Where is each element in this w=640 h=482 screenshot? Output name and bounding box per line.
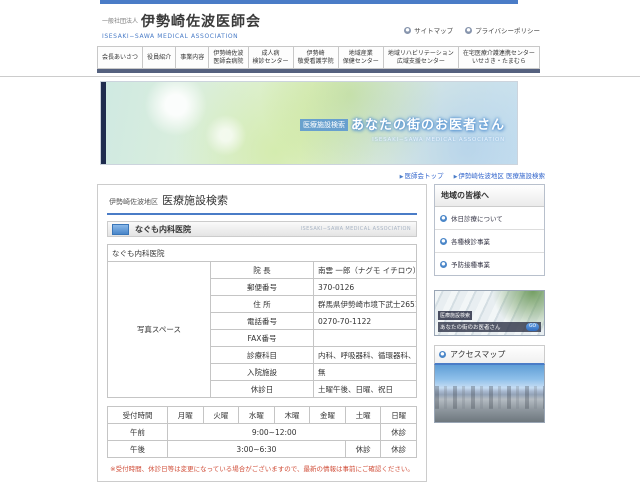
table-row: 受付時間 月曜 火曜 水曜 木曜 金曜 土曜 日曜 <box>107 406 417 424</box>
main-column: 伊勢崎佐波地区 医療施設検索 なぐも内科医院 ISESAKI−SAWA MEDIC… <box>97 184 427 482</box>
hero-banner: 医療施設検索 あなたの街のお医者さん ISESAKI−SAWA MEDICAL A… <box>100 81 518 165</box>
breadcrumb-current-link[interactable]: ▶伊勢崎佐波地区 医療施設検索 <box>454 172 545 180</box>
banner-title-row: あなたの街のお医者さん GO <box>438 322 541 332</box>
section-watermark: ISESAKI−SAWA MEDICAL ASSOCIATION <box>300 226 411 232</box>
banner-title: あなたの街のお医者さん <box>440 325 501 331</box>
sidebar-item-holiday-care[interactable]: ● 休日診療について <box>435 207 544 230</box>
breadcrumb-home-link[interactable]: ▶医師会トップ <box>400 172 446 180</box>
page-title-text: 医療施設検索 <box>162 194 228 207</box>
blue-square-icon <box>112 223 129 235</box>
nav-item-home-care[interactable]: 在宅医療介護連携センター いせさき・たまむら <box>458 46 540 69</box>
nav-item-screening-center[interactable]: 成人病 検診センター <box>248 46 294 69</box>
nav-item-hospital[interactable]: 伊勢崎佐波 医師会病院 <box>209 46 249 69</box>
arrow-circle-icon: ● <box>440 260 447 268</box>
bullet-circle-icon: ● <box>404 26 412 34</box>
nav-underbar <box>97 69 540 73</box>
arrow-circle-icon: ● <box>439 351 446 358</box>
postal-code-value: 370-0126 <box>313 278 417 296</box>
hours-change-notice: ※受付時間、休診日等は変更になっている場合がございますので、最新の情報は事前にご… <box>110 465 414 473</box>
departments-value: 内科、呼吸器科、循環器科、胃腸科、麻酔科 <box>313 346 417 364</box>
sidebar-item-vaccinations[interactable]: ● 予防接種事業 <box>435 253 544 275</box>
table-row: なぐも内科医院 <box>107 244 417 262</box>
nav-item-officers[interactable]: 役員紹介 <box>143 46 177 69</box>
site-header: 一般社団法人 伊勢崎佐波医師会 ISESAKI−SAWA MEDICAL ASSO… <box>90 4 550 44</box>
address-value: 群馬県伊勢崎市境下武士2651 <box>313 295 417 313</box>
sidebar-item-screenings[interactable]: ● 各種検診事業 <box>435 230 544 253</box>
bullet-circle-icon: ● <box>465 26 473 34</box>
main-navigation: 会長あいさつ 役員紹介 事業内容 伊勢崎佐波 医師会病院 成人病 検診センター 伊勢… <box>97 46 540 69</box>
page-title: 伊勢崎佐波地区 医療施設検索 <box>107 189 417 215</box>
access-map-header[interactable]: ● アクセスマップ <box>434 345 545 365</box>
arrow-marker-icon: ▶ <box>453 174 458 180</box>
page-container: 一般社団法人 伊勢崎佐波医師会 ISESAKI−SAWA MEDICAL ASSO… <box>90 0 550 482</box>
hero-subtitle: ISESAKI−SAWA MEDICAL ASSOCIATION <box>372 137 505 143</box>
access-map-box: ● アクセスマップ <box>434 345 545 423</box>
hero-search-badge: 医療施設検索 <box>299 119 348 131</box>
phone-value: 0270-70-1122 <box>313 312 417 330</box>
photo-placeholder: 写真スペース <box>107 261 211 398</box>
afternoon-sunday-closed: 休診 <box>380 440 417 458</box>
morning-hours: 9:00~12:00 <box>166 423 382 441</box>
table-row: 午前 9:00~12:00 休診 <box>107 423 417 441</box>
nav-item-nursing-school[interactable]: 伊勢崎 敬愛看護学院 <box>293 46 339 69</box>
privacy-policy-link[interactable]: ● プライバシーポリシー <box>465 19 540 41</box>
afternoon-saturday-closed: 休診 <box>344 440 382 458</box>
arrow-circle-icon: ● <box>440 214 447 222</box>
access-map-photo[interactable] <box>434 365 545 423</box>
morning-sunday-closed: 休診 <box>380 423 417 441</box>
arrow-circle-icon: ● <box>440 237 447 245</box>
org-type-label: 一般社団法人 <box>102 18 139 25</box>
afternoon-hours: 3:00~6:30 <box>167 440 346 458</box>
director-value: 南雲 一郎（ナグモ イチロウ） <box>313 261 417 279</box>
site-logo[interactable]: 一般社団法人 伊勢崎佐波医師会 ISESAKI−SAWA MEDICAL ASSO… <box>102 11 261 41</box>
reception-hours-table: 受付時間 月曜 火曜 水曜 木曜 金曜 土曜 日曜 午前 9:00~12:00 … <box>107 406 417 458</box>
access-map-title: アクセスマップ <box>450 350 506 359</box>
clinic-section-header: なぐも内科医院 ISESAKI−SAWA MEDICAL ASSOCIATION <box>107 221 417 237</box>
inpatient-value: 無 <box>313 363 417 381</box>
clinic-name-heading: なぐも内科医院 <box>135 224 191 234</box>
fax-value <box>313 329 417 347</box>
table-row: 午後 3:00~6:30 休診 休診 <box>107 440 417 458</box>
utility-links: ● サイトマップ ● プライバシーポリシー <box>404 11 540 41</box>
facility-search-banner[interactable]: 医療施設検索 あなたの街のお医者さん GO <box>434 290 545 336</box>
nav-item-business[interactable]: 事業内容 <box>176 46 210 69</box>
sitemap-link-label: サイトマップ <box>414 27 454 35</box>
arrow-marker-icon: ▶ <box>399 174 404 180</box>
page-title-prefix: 伊勢崎佐波地区 <box>109 198 158 206</box>
clinic-detail-table: なぐも内科医院 写真スペース 院 長 南雲 一郎（ナグモ イチロウ） 郵便番号 … <box>107 244 417 398</box>
hero-text: 医療施設検索 あなたの街のお医者さん ISESAKI−SAWA MEDICAL A… <box>299 114 505 143</box>
table-row: 写真スペース 院 長 南雲 一郎（ナグモ イチロウ） <box>107 261 417 398</box>
nav-item-rehabilitation[interactable]: 地域リハビリテーション 広域支援センター <box>383 46 459 69</box>
residents-box-title: 地域の皆様へ <box>435 185 544 207</box>
nav-item-greeting[interactable]: 会長あいさつ <box>98 46 144 69</box>
org-name: 伊勢崎佐波医師会 <box>141 14 262 30</box>
hero-title: あなたの街のお医者さん <box>350 118 505 133</box>
banner-search-badge: 医療施設検索 <box>438 311 473 320</box>
go-button[interactable]: GO <box>525 323 539 331</box>
hero-left-strip <box>101 82 106 164</box>
closed-days-value: 土曜午後、日曜、祝日 <box>313 380 417 398</box>
nav-item-occupational-health[interactable]: 地域産業 保健センター <box>338 46 384 69</box>
privacy-policy-link-label: プライバシーポリシー <box>475 27 540 35</box>
breadcrumb: ▶医師会トップ ▶伊勢崎佐波地区 医療施設検索 <box>90 170 545 180</box>
sitemap-link[interactable]: ● サイトマップ <box>404 19 453 41</box>
content-area: 伊勢崎佐波地区 医療施設検索 なぐも内科医院 ISESAKI−SAWA MEDIC… <box>97 184 550 482</box>
residents-box: 地域の皆様へ ● 休日診療について ● 各種検診事業 ● 予防接種事業 <box>434 184 545 276</box>
sidebar: 地域の皆様へ ● 休日診療について ● 各種検診事業 ● 予防接種事業 医療施設… <box>434 184 545 423</box>
org-name-english: ISESAKI−SAWA MEDICAL ASSOCIATION <box>102 33 239 40</box>
detail-table-title: なぐも内科医院 <box>107 244 417 262</box>
